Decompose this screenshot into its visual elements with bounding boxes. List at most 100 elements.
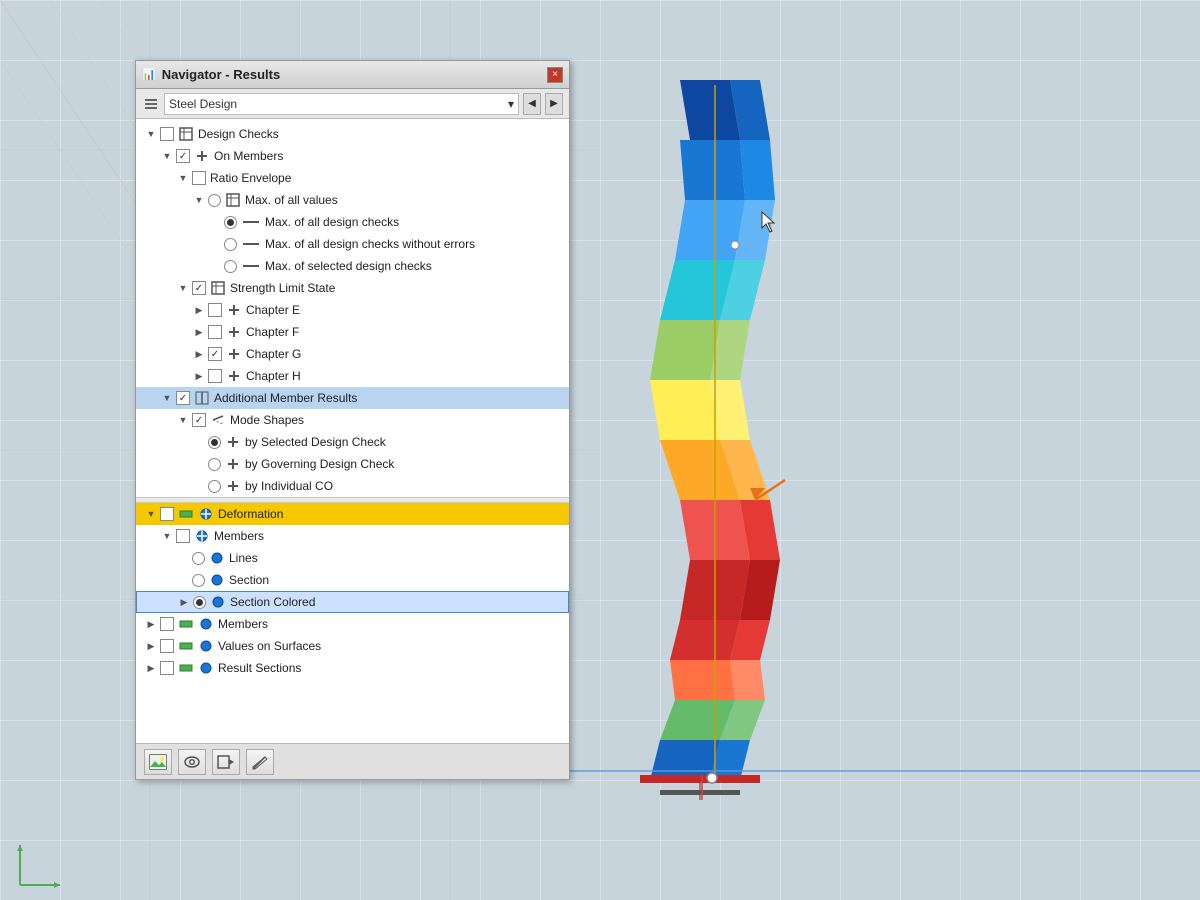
radio-by-selected-design[interactable]: [208, 436, 221, 449]
expand-values-surfaces[interactable]: ▶: [144, 639, 158, 653]
result-sections-label: Result Sections: [218, 661, 301, 675]
chapter-g-label: Chapter G: [246, 347, 301, 361]
tree-item-chapter-h[interactable]: ▶ Chapter H: [136, 365, 569, 387]
tree-item-additional-member[interactable]: ▼ Additional Member Results: [136, 387, 569, 409]
radio-by-individual-co[interactable]: [208, 480, 221, 493]
nav-icon: 📊: [142, 68, 156, 81]
expand-deformation[interactable]: ▼: [144, 507, 158, 521]
tree-item-members-2[interactable]: ▶ Members: [136, 613, 569, 635]
checkbox-values-surfaces[interactable]: [160, 639, 174, 653]
mode-shapes-label: Mode Shapes: [230, 413, 304, 427]
expand-chapter-f[interactable]: ▶: [192, 325, 206, 339]
tree-item-max-design-checks[interactable]: ▶ Max. of all design checks: [136, 211, 569, 233]
lines-icon: [209, 550, 225, 566]
members-sub-icon: [194, 528, 210, 544]
image-button[interactable]: [144, 749, 172, 775]
radio-max-no-errors[interactable]: [224, 238, 237, 251]
checkbox-strength-limit[interactable]: [192, 281, 206, 295]
max-no-errors-label: Max. of all design checks without errors: [265, 237, 475, 251]
expand-ratio-envelope[interactable]: ▼: [176, 171, 190, 185]
checkbox-on-members[interactable]: [176, 149, 190, 163]
tree-item-design-checks[interactable]: ▼ Design Checks: [136, 123, 569, 145]
pen-button[interactable]: [246, 749, 274, 775]
radio-lines[interactable]: [192, 552, 205, 565]
prev-button[interactable]: ◀: [523, 93, 541, 115]
expand-chapter-h[interactable]: ▶: [192, 369, 206, 383]
max-design-checks-label: Max. of all design checks: [265, 215, 399, 229]
checkbox-result-sections[interactable]: [160, 661, 174, 675]
radio-max-selected[interactable]: [224, 260, 237, 273]
tree-item-members-sub[interactable]: ▼ Members: [136, 525, 569, 547]
deformation-icon: [178, 506, 194, 522]
checkbox-chapter-f[interactable]: [208, 325, 222, 339]
ground-line: [570, 770, 1200, 772]
additional-member-icon: [194, 390, 210, 406]
members-2-icon: [178, 616, 194, 632]
expand-chapter-g[interactable]: ▶: [192, 347, 206, 361]
checkbox-design-checks[interactable]: [160, 127, 174, 141]
nav-title: Navigator - Results: [162, 67, 280, 82]
expand-design-checks[interactable]: ▼: [144, 127, 158, 141]
radio-section-colored[interactable]: [193, 596, 206, 609]
video-button[interactable]: [212, 749, 240, 775]
chapter-g-icon: [226, 346, 242, 362]
checkbox-members-sub[interactable]: [176, 529, 190, 543]
checkbox-chapter-e[interactable]: [208, 303, 222, 317]
expand-result-sections[interactable]: ▶: [144, 661, 158, 675]
tree-item-ratio-envelope[interactable]: ▼ Ratio Envelope: [136, 167, 569, 189]
mouse-cursor: [760, 210, 780, 234]
radio-by-governing[interactable]: [208, 458, 221, 471]
ratio-envelope-label: Ratio Envelope: [210, 171, 291, 185]
expand-members-2[interactable]: ▶: [144, 617, 158, 631]
checkbox-additional-member[interactable]: [176, 391, 190, 405]
checkbox-ratio-envelope[interactable]: [192, 171, 206, 185]
tree-item-max-all-values[interactable]: ▼ Max. of all values: [136, 189, 569, 211]
tree-item-max-no-errors[interactable]: ▶ Max. of all design checks without erro…: [136, 233, 569, 255]
expand-chapter-e[interactable]: ▶: [192, 303, 206, 317]
radio-max-design-checks[interactable]: [224, 216, 237, 229]
tree-item-deformation[interactable]: ▼ Deformation: [136, 503, 569, 525]
tree-item-values-surfaces[interactable]: ▶ Values on Surfaces: [136, 635, 569, 657]
tree-item-by-individual-co[interactable]: ▶ by Individual CO: [136, 475, 569, 497]
tree-item-by-governing[interactable]: ▶ by Governing Design Check: [136, 453, 569, 475]
expand-section-colored[interactable]: ▶: [177, 595, 191, 609]
section-label: Section: [229, 573, 269, 587]
expand-on-members[interactable]: ▼: [160, 149, 174, 163]
tree-item-section-colored[interactable]: ▶ Section Colored: [136, 591, 569, 613]
checkbox-chapter-g[interactable]: [208, 347, 222, 361]
tree-item-on-members[interactable]: ▼ On Members: [136, 145, 569, 167]
coordinate-axis: [10, 835, 70, 895]
expand-max-all-values[interactable]: ▼: [192, 193, 206, 207]
expand-mode-shapes[interactable]: ▼: [176, 413, 190, 427]
tree-item-chapter-f[interactable]: ▶ Chapter F: [136, 321, 569, 343]
eye-button[interactable]: [178, 749, 206, 775]
expand-strength-limit[interactable]: ▼: [176, 281, 190, 295]
tree-item-chapter-g[interactable]: ▶ Chapter G: [136, 343, 569, 365]
strength-limit-label: Strength Limit State: [230, 281, 335, 295]
tree-item-lines[interactable]: ▶ Lines: [136, 547, 569, 569]
steel-design-dropdown[interactable]: Steel Design ▾: [164, 93, 519, 115]
expand-members-sub[interactable]: ▼: [160, 529, 174, 543]
tree-item-max-selected[interactable]: ▶ Max. of selected design checks: [136, 255, 569, 277]
tree-item-mode-shapes[interactable]: ▼ Mode Shapes: [136, 409, 569, 431]
checkbox-chapter-h[interactable]: [208, 369, 222, 383]
tree-item-strength-limit[interactable]: ▼ Strength Limit State: [136, 277, 569, 299]
checkbox-mode-shapes[interactable]: [192, 413, 206, 427]
checkbox-members-2[interactable]: [160, 617, 174, 631]
tree-item-result-sections[interactable]: ▶ Result Sections: [136, 657, 569, 679]
nav-toolbar: Steel Design ▾ ◀ ▶: [136, 89, 569, 119]
tree-item-chapter-e[interactable]: ▶ Chapter E: [136, 299, 569, 321]
radio-max-all-values[interactable]: [208, 194, 221, 207]
values-surfaces-label: Values on Surfaces: [218, 639, 321, 653]
beam-visualization: [620, 80, 840, 800]
max-values-icon: [225, 192, 241, 208]
checkbox-deformation[interactable]: [160, 507, 174, 521]
design-checks-icon: [178, 126, 194, 142]
expand-additional-member[interactable]: ▼: [160, 391, 174, 405]
tree-item-by-selected-design[interactable]: ▶ by Selected Design Check: [136, 431, 569, 453]
tree-item-section[interactable]: ▶ Section: [136, 569, 569, 591]
next-button[interactable]: ▶: [545, 93, 563, 115]
radio-section[interactable]: [192, 574, 205, 587]
close-button[interactable]: ×: [547, 67, 563, 83]
result-sections-icon: [178, 660, 194, 676]
